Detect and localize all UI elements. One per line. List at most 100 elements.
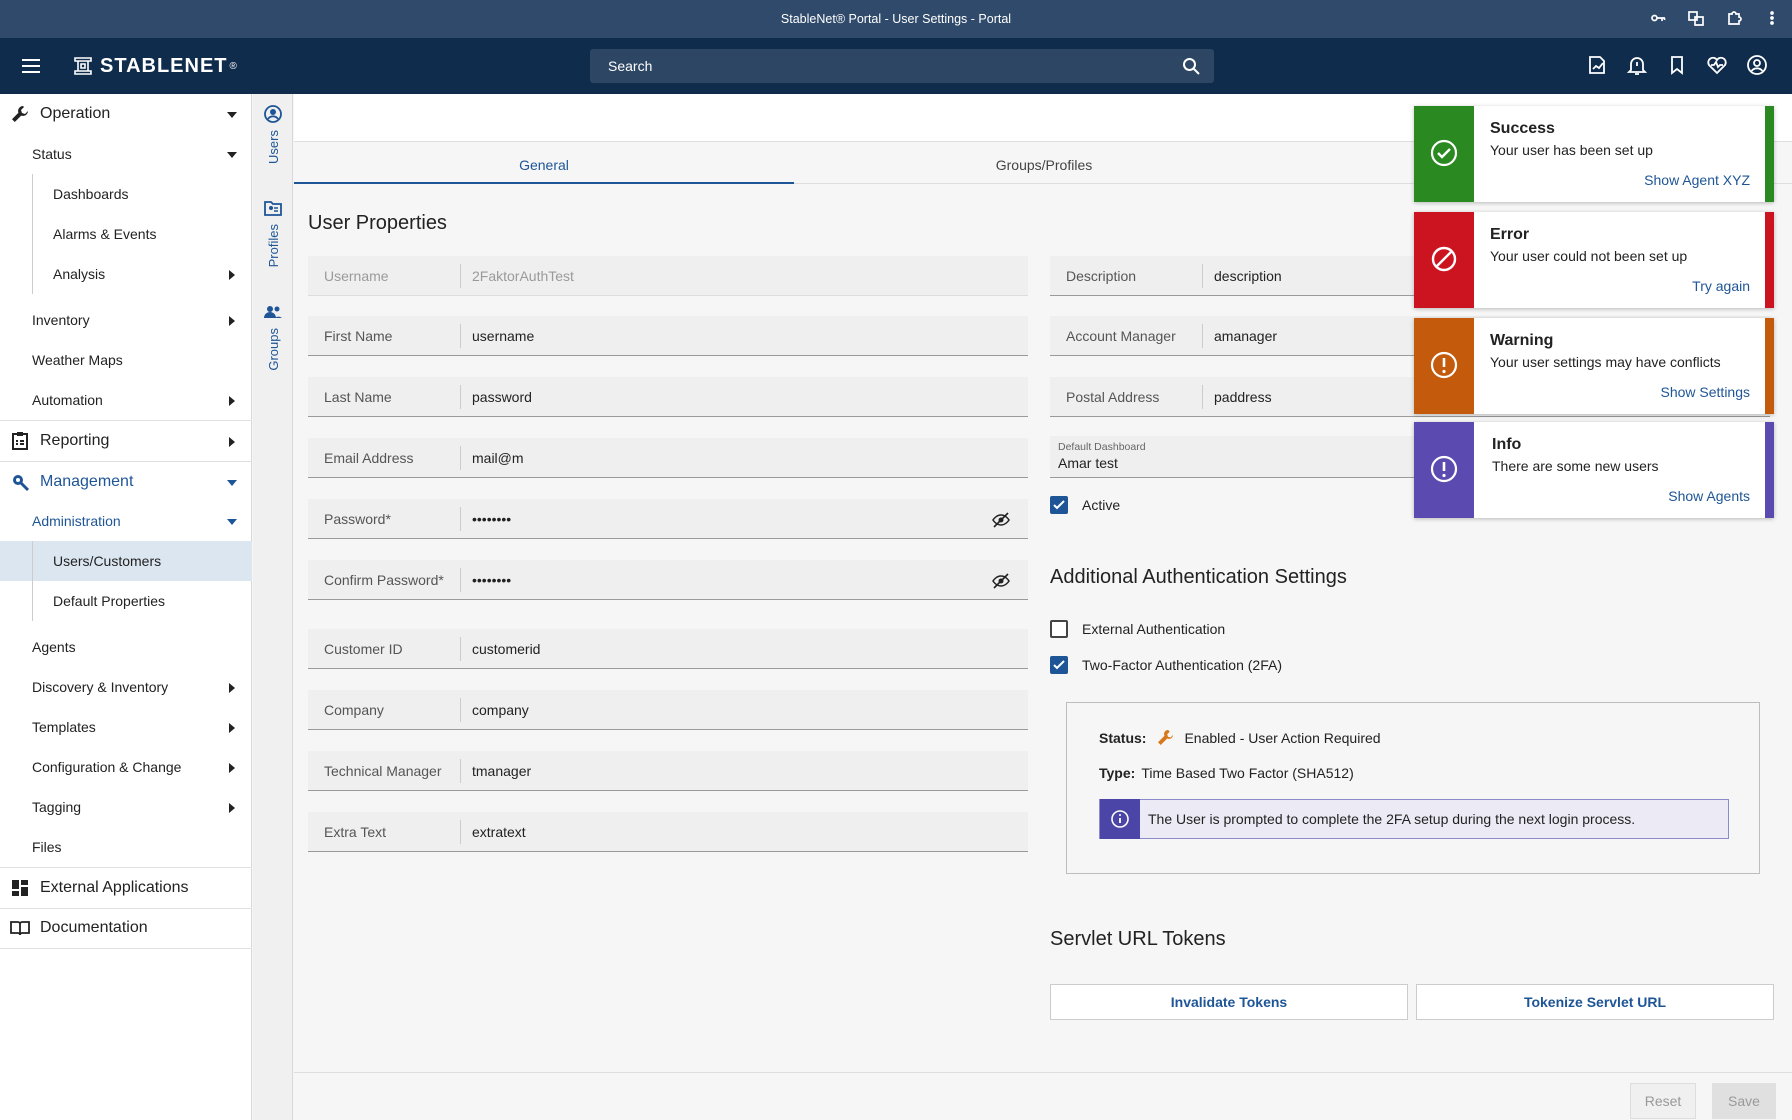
sidebar-item-label: Users/Customers — [53, 553, 162, 569]
customer-id-field: Customer ID — [308, 629, 1028, 669]
vtab-groups[interactable]: Groups — [253, 302, 293, 371]
vtab-profiles[interactable]: Profiles — [253, 198, 293, 267]
logo[interactable]: STABLENET ® — [72, 52, 237, 80]
sidebar-item-inventory[interactable]: Inventory — [0, 300, 252, 340]
external-auth-checkbox[interactable]: External Authentication — [1050, 620, 1225, 638]
caret-down-icon — [226, 148, 238, 160]
translate-icon[interactable] — [1688, 10, 1704, 29]
wrench-orange-icon — [1156, 729, 1174, 747]
user-properties-title: User Properties — [308, 212, 447, 234]
account-circle-icon[interactable] — [1746, 54, 1768, 76]
customer-id-input[interactable] — [472, 629, 982, 669]
sidebar-item-reporting[interactable]: Reporting — [0, 421, 252, 461]
save-button[interactable]: Save — [1712, 1083, 1776, 1119]
sidebar-item-alarms-events[interactable]: Alarms & Events — [0, 214, 252, 254]
toast-link[interactable]: Try again — [1692, 278, 1750, 294]
caret-right-icon — [226, 435, 238, 447]
sidebar-item-files[interactable]: Files — [0, 827, 252, 867]
sidebar-item-administration[interactable]: Administration — [0, 501, 252, 541]
sidebar-item-external-applications[interactable]: External Applications — [0, 868, 252, 908]
technical-manager-input[interactable] — [472, 751, 982, 791]
extra-text-input[interactable] — [472, 812, 982, 852]
checkbox-unchecked-icon[interactable] — [1050, 620, 1068, 638]
extension-icon[interactable] — [1726, 10, 1742, 29]
wrench-icon — [10, 104, 30, 124]
confirm-password-input[interactable] — [472, 560, 982, 600]
sidebar-item-tagging[interactable]: Tagging — [0, 787, 252, 827]
sidebar-item-status[interactable]: Status — [0, 134, 252, 174]
user-circle-icon — [264, 105, 282, 123]
reset-button[interactable]: Reset — [1630, 1083, 1696, 1119]
toast-success: Success Your user has been set up Show A… — [1414, 106, 1774, 202]
toast-edge — [1765, 106, 1774, 202]
top-navigation: STABLENET ® — [0, 38, 1792, 94]
field-separator — [460, 385, 461, 409]
email-input[interactable] — [472, 438, 982, 478]
toast-icon-bar — [1414, 212, 1474, 308]
sidebar-item-users-customers[interactable]: Users/Customers — [0, 541, 252, 581]
toast-title: Info — [1492, 436, 1522, 453]
sidebar-item-configuration-change[interactable]: Configuration & Change — [0, 747, 252, 787]
visibility-off-icon[interactable] — [992, 511, 1010, 529]
field-separator — [460, 568, 461, 592]
info-alert-icon — [1429, 454, 1459, 487]
sidebar-item-analysis[interactable]: Analysis — [0, 254, 252, 294]
toast-message: Your user could not been set up — [1490, 248, 1688, 264]
tab-general[interactable]: General — [294, 146, 794, 184]
sidebar-item-weather-maps[interactable]: Weather Maps — [0, 340, 252, 380]
active-checkbox[interactable]: Active — [1050, 496, 1120, 514]
technical-manager-field: Technical Manager — [308, 751, 1028, 791]
sidebar-item-operation[interactable]: Operation — [0, 94, 252, 134]
sidebar-item-agents[interactable]: Agents — [0, 627, 252, 667]
password-field: Password* — [308, 499, 1028, 539]
checkbox-checked-icon[interactable] — [1050, 496, 1068, 514]
field-label: Confirm Password* — [324, 572, 444, 588]
search-icon[interactable] — [1182, 57, 1200, 75]
sidebar-item-default-properties[interactable]: Default Properties — [0, 581, 252, 621]
key-icon[interactable] — [1650, 10, 1666, 29]
checkbox-checked-icon[interactable] — [1050, 656, 1068, 674]
field-separator — [1202, 324, 1203, 348]
toast-link[interactable]: Show Agents — [1668, 488, 1750, 504]
tab-groups-profiles[interactable]: Groups/Profiles — [794, 146, 1294, 184]
caret-right-icon — [226, 394, 238, 406]
menu-icon[interactable] — [20, 55, 42, 77]
caret-down-icon — [226, 476, 238, 488]
caret-right-icon — [226, 761, 238, 773]
sidebar-item-dashboards[interactable]: Dashboards — [0, 174, 252, 214]
field-label: Company — [324, 702, 384, 718]
password-input[interactable] — [472, 499, 982, 539]
search-input[interactable] — [590, 49, 1214, 83]
field-separator — [460, 637, 461, 661]
bookmark-icon[interactable] — [1666, 54, 1688, 76]
sidebar-item-management[interactable]: Management — [0, 462, 252, 502]
toast-link[interactable]: Show Settings — [1661, 384, 1751, 400]
visibility-off-icon[interactable] — [992, 572, 1010, 590]
sidebar-item-discovery-inventory[interactable]: Discovery & Inventory — [0, 667, 252, 707]
toast-title: Warning — [1490, 332, 1554, 349]
vtab-users[interactable]: Users — [253, 104, 293, 164]
alert-circle-icon — [1429, 350, 1459, 383]
sidebar-item-templates[interactable]: Templates — [0, 707, 252, 747]
sidebar-item-label: Automation — [32, 392, 103, 408]
caret-right-icon — [226, 268, 238, 280]
toast-warning: Warning Your user settings may have conf… — [1414, 318, 1774, 414]
field-label: Last Name — [324, 389, 392, 405]
divider — [0, 948, 252, 949]
health-heart-icon[interactable] — [1706, 54, 1728, 76]
toast-icon-bar — [1414, 422, 1474, 518]
logo-registered-mark: ® — [229, 60, 237, 72]
last-name-input[interactable] — [472, 377, 982, 417]
tokenize-servlet-url-button[interactable]: Tokenize Servlet URL — [1416, 984, 1774, 1020]
invalidate-tokens-button[interactable]: Invalidate Tokens — [1050, 984, 1408, 1020]
sidebar-item-documentation[interactable]: Documentation — [0, 908, 252, 948]
company-input[interactable] — [472, 690, 982, 730]
toast-link[interactable]: Show Agent XYZ — [1644, 172, 1750, 188]
sidebar-item-automation[interactable]: Automation — [0, 380, 252, 420]
report-chart-icon[interactable] — [1586, 54, 1608, 76]
field-separator — [1202, 264, 1203, 288]
more-vert-icon[interactable] — [1764, 10, 1780, 29]
first-name-input[interactable] — [472, 316, 982, 356]
alarm-bell-icon[interactable] — [1626, 54, 1648, 76]
twofa-checkbox[interactable]: Two-Factor Authentication (2FA) — [1050, 656, 1282, 674]
